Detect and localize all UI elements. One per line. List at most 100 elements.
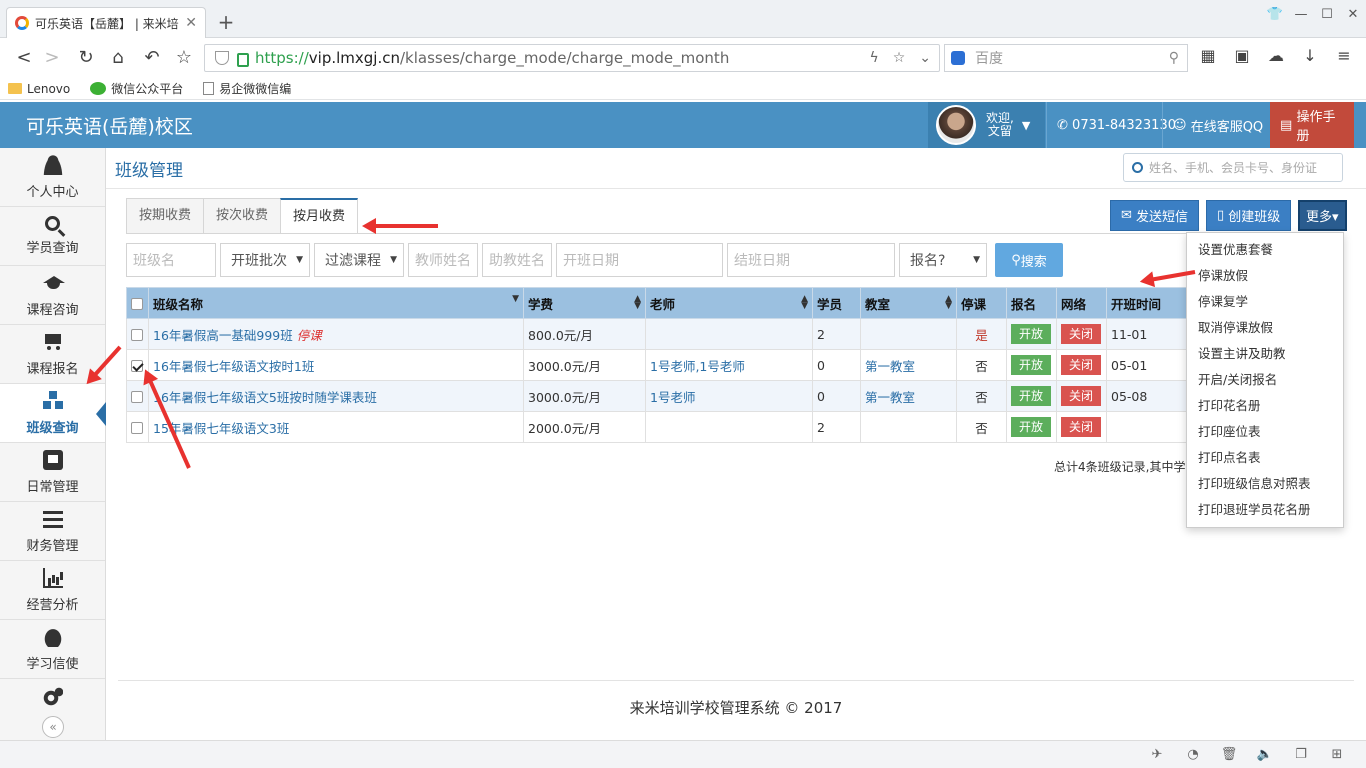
class-name-link[interactable]: 16年暑假七年级语文按时1班 <box>153 359 314 374</box>
menu-item-set-teachers[interactable]: 设置主讲及助教 <box>1187 341 1343 367</box>
room-link[interactable]: 第一教室 <box>865 359 915 374</box>
net-closed-button[interactable]: 关闭 <box>1061 386 1102 406</box>
zoom-icon[interactable]: ⊞ <box>1328 746 1346 764</box>
create-class-button[interactable]: ▯ 创建班级 <box>1206 200 1292 231</box>
col-header-net[interactable]: 网络 <box>1056 287 1107 319</box>
room-link[interactable]: 第一教室 <box>865 390 915 405</box>
col-header-room[interactable]: 教室 ▲ ▼ <box>860 287 957 319</box>
bookmark-editor[interactable]: 易企微微信编 <box>203 80 291 97</box>
menu-item-print-seating[interactable]: 打印座位表 <box>1187 419 1343 445</box>
assistant-filter[interactable]: 助教姓名 <box>482 243 552 277</box>
more-button[interactable]: 更多▾ <box>1298 200 1347 231</box>
menu-item-print-withdrawn[interactable]: 打印退班学员花名册 <box>1187 497 1343 523</box>
col-header-teacher[interactable]: 老师 ▲ ▼ <box>645 287 813 319</box>
speed-icon[interactable]: ◔ <box>1184 746 1202 764</box>
start-date-filter[interactable]: 开班日期 <box>556 243 723 277</box>
close-tab-icon[interactable]: ✕ <box>185 15 197 31</box>
menu-icon[interactable]: ≡ <box>1334 46 1354 66</box>
search-icon[interactable]: ⚲ <box>1169 50 1179 66</box>
collapse-icon[interactable]: « <box>42 716 64 738</box>
skin-icon[interactable]: 👕 <box>1262 0 1288 30</box>
select-all-checkbox[interactable] <box>131 298 143 310</box>
enroll-open-button[interactable]: 开放 <box>1011 417 1052 437</box>
col-header-name[interactable]: 班级名称 ▼ <box>148 287 524 319</box>
menu-item-print-class-info[interactable]: 打印班级信息对照表 <box>1187 471 1343 497</box>
close-window-icon[interactable]: ✕ <box>1340 0 1366 30</box>
lightning-icon[interactable]: ϟ <box>869 50 878 66</box>
maximize-icon[interactable]: ☐ <box>1314 0 1340 30</box>
new-tab-icon[interactable]: + <box>216 10 236 34</box>
menu-item-cancel-suspend[interactable]: 取消停课放假 <box>1187 315 1343 341</box>
cloud-icon[interactable]: ☁ <box>1266 46 1286 66</box>
download-icon[interactable]: ↓ <box>1300 46 1320 66</box>
search-button[interactable]: ⚲ 搜索 <box>995 243 1063 277</box>
window-icon[interactable]: ❐ <box>1292 746 1310 764</box>
enroll-open-button[interactable]: 开放 <box>1011 355 1052 375</box>
bookmark-star-icon[interactable]: ☆ <box>893 50 906 66</box>
sidebar-item-class-query[interactable]: 班级查询 <box>0 384 106 443</box>
back-icon[interactable]: < <box>12 46 36 70</box>
enroll-open-button[interactable]: 开放 <box>1011 386 1052 406</box>
net-closed-button[interactable]: 关闭 <box>1061 417 1102 437</box>
sidebar-item-student-query[interactable]: 学员查询 <box>0 207 105 266</box>
menu-item-resume[interactable]: 停课复学 <box>1187 289 1343 315</box>
net-closed-button[interactable]: 关闭 <box>1061 324 1102 344</box>
undo-icon[interactable]: ↶ <box>140 46 164 70</box>
user-menu[interactable]: 欢迎, 文留 ▼ <box>928 102 1045 148</box>
sidebar-item-daily[interactable]: 日常管理 <box>0 443 105 502</box>
screenshot-icon[interactable]: ▣ <box>1232 46 1252 66</box>
enroll-select[interactable]: 报名? ▼ <box>899 243 987 277</box>
pin-icon[interactable]: ✈ <box>1148 746 1166 764</box>
forward-icon[interactable]: > <box>40 46 64 70</box>
browser-search-box[interactable]: 百度 ⚲ <box>944 44 1188 72</box>
enroll-open-button[interactable]: 开放 <box>1011 324 1052 344</box>
menu-item-discount[interactable]: 设置优惠套餐 <box>1187 237 1343 263</box>
bookmark-lenovo[interactable]: Lenovo <box>8 82 70 96</box>
batch-select[interactable]: 开班批次 ▼ <box>220 243 310 277</box>
end-date-filter[interactable]: 结班日期 <box>727 243 895 277</box>
refresh-icon[interactable]: ↻ <box>74 46 98 70</box>
favorite-star-icon[interactable]: ☆ <box>172 46 196 70</box>
teacher-link[interactable]: 1号老师 <box>650 390 695 405</box>
row-checkbox[interactable] <box>131 422 143 434</box>
volume-icon[interactable]: 🔈 <box>1256 746 1274 764</box>
col-header-fee[interactable]: 学费 ▲ ▼ <box>523 287 646 319</box>
trash-icon[interactable]: 🗑 <box>1220 746 1238 764</box>
col-header-students[interactable]: 学员 <box>812 287 861 319</box>
tab-period[interactable]: 按期收费 <box>126 198 204 234</box>
class-name-filter[interactable]: 班级名 <box>126 243 216 277</box>
bookmark-wechat[interactable]: 微信公众平台 <box>90 80 183 97</box>
sidebar-item-settings[interactable] <box>0 679 105 715</box>
menu-item-print-roster[interactable]: 打印花名册 <box>1187 393 1343 419</box>
row-checkbox[interactable] <box>131 391 143 403</box>
menu-item-print-rollcall[interactable]: 打印点名表 <box>1187 445 1343 471</box>
col-header-enroll[interactable]: 报名 <box>1006 287 1057 319</box>
tab-monthly[interactable]: 按月收费 <box>280 198 359 234</box>
address-bar[interactable]: https:// vip.lmxgj.cn /klasses/charge_mo… <box>204 44 940 72</box>
home-icon[interactable]: ⌂ <box>106 46 130 70</box>
minimize-icon[interactable]: — <box>1288 0 1314 30</box>
row-checkbox[interactable] <box>131 329 143 341</box>
member-search-input[interactable]: 姓名、手机、会员卡号、身份证 <box>1123 153 1343 182</box>
tab-per-session[interactable]: 按次收费 <box>203 198 281 234</box>
chevron-down-icon[interactable]: ⌄ <box>919 50 931 66</box>
teacher-link[interactable]: 1号老师,1号老师 <box>650 359 745 374</box>
menu-item-toggle-enroll[interactable]: 开启/关闭报名 <box>1187 367 1343 393</box>
sidebar-item-course-consult[interactable]: 课程咨询 <box>0 266 105 325</box>
sidebar-item-profile[interactable]: 个人中心 <box>0 148 105 207</box>
teacher-filter[interactable]: 教师姓名 <box>408 243 478 277</box>
net-closed-button[interactable]: 关闭 <box>1061 355 1102 375</box>
sidebar-item-messenger[interactable]: 学习信使 <box>0 620 105 679</box>
col-header-stopped[interactable]: 停课 <box>956 287 1007 319</box>
manual-button[interactable]: ▤ 操作手册 <box>1270 102 1354 148</box>
browser-tab[interactable]: 可乐英语【岳麓】 | 来米培训 ✕ <box>6 7 206 38</box>
menu-item-suspend-holiday[interactable]: 停课放假 <box>1187 263 1343 289</box>
sidebar-item-finance[interactable]: 财务管理 <box>0 502 105 561</box>
send-sms-button[interactable]: ✉ 发送短信 <box>1110 200 1200 231</box>
class-name-link[interactable]: 16年暑假高一基础999班 <box>153 328 293 343</box>
sidebar-item-analysis[interactable]: 经营分析 <box>0 561 105 620</box>
course-select[interactable]: 过滤课程 ▼ <box>314 243 404 277</box>
class-name-link[interactable]: 16年暑假七年级语文5班按时随学课表班 <box>153 390 377 405</box>
qq-support-link[interactable]: ☺ 在线客服QQ <box>1162 102 1273 148</box>
apps-icon[interactable]: ▦ <box>1198 46 1218 66</box>
